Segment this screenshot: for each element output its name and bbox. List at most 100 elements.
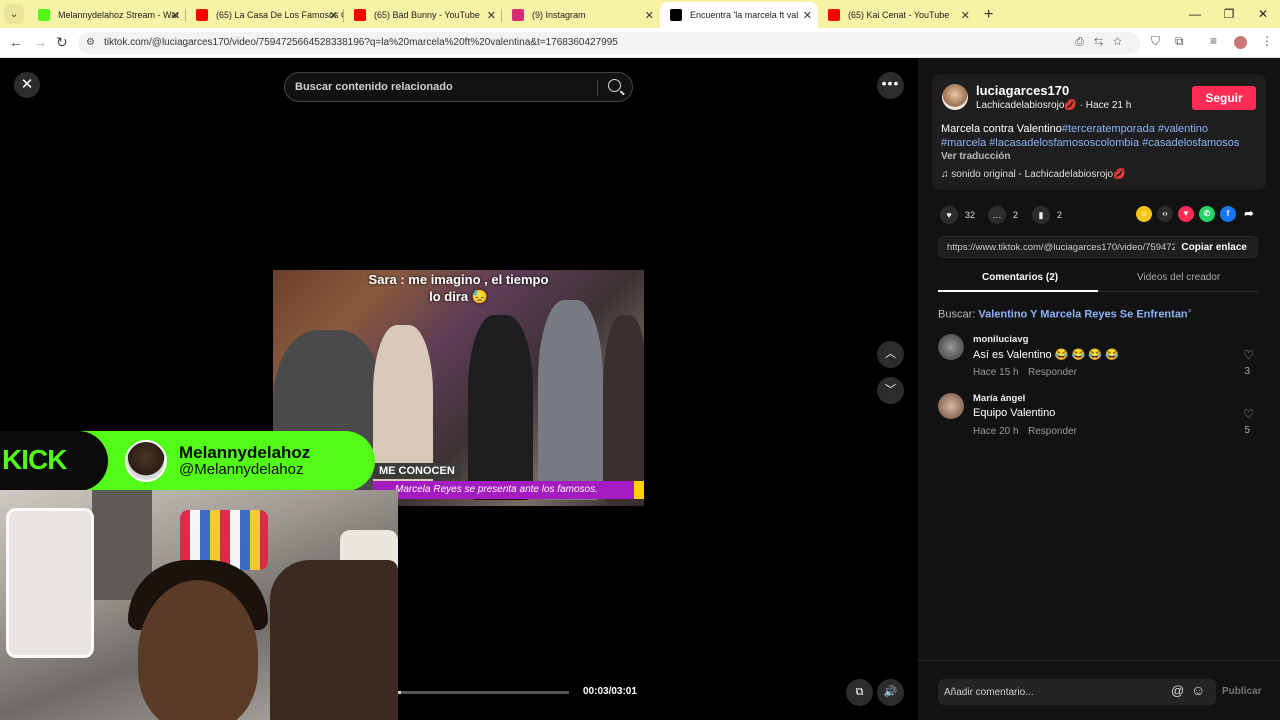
- close-tab-icon[interactable]: ✕: [487, 9, 496, 22]
- hashtag-link[interactable]: #terceratemporada #valentino: [1062, 123, 1208, 135]
- creator-username[interactable]: luciagarces170: [976, 83, 1069, 98]
- streamer-handle: @Melannydelahoz: [179, 461, 304, 478]
- tab-comments[interactable]: Comentarios (2): [982, 272, 1058, 283]
- whatsapp-icon[interactable]: ✆: [1199, 206, 1215, 222]
- share-more-icon[interactable]: ➦: [1241, 206, 1257, 222]
- emoji-icon[interactable]: ☺: [1191, 682, 1205, 698]
- browser-tab[interactable]: Melannydelahoz Stream - Wat ✕: [28, 2, 186, 28]
- comment-username[interactable]: María ángel: [973, 393, 1025, 404]
- instagram-favicon-icon: [512, 9, 524, 21]
- related-search-link[interactable]: Valentino Y Marcela Reyes Se Enfrentan: [978, 309, 1187, 321]
- previous-video-icon[interactable]: ︿: [877, 341, 904, 368]
- lower-third-tag: ME CONOCEN: [373, 463, 461, 479]
- avatar[interactable]: [938, 393, 964, 419]
- like-button[interactable]: ♥ 32: [940, 206, 975, 224]
- menu-icon[interactable]: ⋮: [1261, 34, 1273, 48]
- browser-tab-active[interactable]: Encuentra 'la marcela ft val ✕: [660, 2, 818, 28]
- video-time: 00:03/03:01: [583, 686, 637, 697]
- bookmark-star-icon[interactable]: ☆: [1113, 36, 1132, 48]
- more-options-icon[interactable]: •••: [877, 72, 904, 99]
- site-info-icon[interactable]: ⚙: [86, 37, 95, 48]
- translate-icon[interactable]: ⇆: [1094, 36, 1113, 48]
- translate-link[interactable]: Ver traducción: [941, 151, 1010, 162]
- profile-avatar[interactable]: [1234, 36, 1247, 49]
- tab-strip: ⌄ Melannydelahoz Stream - Wat ✕ (65) La …: [0, 0, 1280, 28]
- comment-button[interactable]: … 2: [988, 206, 1018, 224]
- shield-icon[interactable]: ⛉: [1151, 34, 1160, 49]
- avatar[interactable]: [938, 334, 964, 360]
- address-bar[interactable]: ⚙ tiktok.com/@luciagarces170/video/75947…: [78, 32, 1140, 54]
- heart-icon[interactable]: ♡: [1243, 348, 1254, 362]
- comment-text: Así es Valentino 😂 😂 😂 😂: [973, 349, 1119, 361]
- streamer-name: Melannydelahoz: [179, 443, 311, 462]
- youtube-favicon-icon: [828, 9, 840, 21]
- comment-item: moniluciavg Así es Valentino 😂 😂 😂 😂 Hac…: [938, 334, 1258, 388]
- sound-link[interactable]: ♫ sonido original - Lachicadelabiosrojo💋: [941, 169, 1126, 180]
- minimize-icon[interactable]: —: [1178, 0, 1212, 28]
- comment-like-count: 3: [1244, 366, 1250, 377]
- window-controls: — ❐ ✕: [1178, 0, 1280, 28]
- video-description: Marcela contra Valentino#terceratemporad…: [941, 123, 1240, 149]
- install-icon[interactable]: ⎙: [1075, 36, 1094, 48]
- forward-icon[interactable]: →: [33, 34, 47, 50]
- facebook-icon[interactable]: f: [1220, 206, 1236, 222]
- copy-link-button[interactable]: Copiar enlace: [1181, 242, 1247, 253]
- close-window-icon[interactable]: ✕: [1246, 0, 1280, 28]
- comment-item: María ángel Equipo Valentino Hace 20 h R…: [938, 393, 1258, 447]
- post-button[interactable]: Publicar: [1222, 686, 1261, 697]
- video-progress-bar[interactable]: [398, 691, 569, 694]
- creator-meta: Lachicadelabiosrojo💋 · Hace 21 h: [976, 100, 1132, 111]
- hashtag-link[interactable]: #marcela #lacasadelosfamososcolombia #ca…: [941, 137, 1239, 149]
- youtube-favicon-icon: [354, 9, 366, 21]
- reload-icon[interactable]: ↻: [56, 34, 68, 51]
- video-caption: Sara : me imagino , el tiempo: [368, 272, 549, 287]
- comment-count: 2: [1013, 210, 1019, 220]
- related-search: Buscar: Valentino Y Marcela Reyes Se Enf…: [938, 306, 1193, 321]
- close-icon[interactable]: ✕: [14, 72, 40, 98]
- share-link-url[interactable]: https://www.tiktok.com/@luciagarces170/v…: [947, 242, 1175, 253]
- url-text[interactable]: tiktok.com/@luciagarces170/video/7594725…: [104, 37, 618, 48]
- browser-tab[interactable]: (65) Kai Cenat - YouTube ✕: [818, 2, 976, 28]
- tab-creator-videos[interactable]: Videos del creador: [1137, 272, 1220, 283]
- kick-favicon-icon: [38, 9, 50, 21]
- reply-button[interactable]: Responder: [1028, 426, 1077, 437]
- search-icon[interactable]: [608, 79, 621, 92]
- floating-player-icon[interactable]: ⧉: [846, 679, 873, 706]
- extensions-icon[interactable]: ⧉: [1175, 34, 1184, 49]
- send-icon[interactable]: ▼: [1178, 206, 1194, 222]
- related-search-input[interactable]: Buscar contenido relacionado: [284, 72, 633, 102]
- avatar[interactable]: [942, 84, 968, 110]
- save-button[interactable]: ▮ 2: [1032, 206, 1062, 224]
- follow-button[interactable]: Seguir: [1192, 86, 1256, 110]
- new-tab-icon[interactable]: +: [984, 6, 993, 24]
- next-video-icon[interactable]: ﹀: [877, 377, 904, 404]
- comment-time: Hace 20 h: [973, 426, 1019, 437]
- tab-title: (9) Instagram: [532, 10, 586, 20]
- reply-button[interactable]: Responder: [1028, 367, 1077, 378]
- search-icon: ⌕: [1187, 306, 1193, 315]
- tab-search-icon[interactable]: ⌄: [4, 4, 24, 24]
- bookmark-icon: ▮: [1032, 206, 1050, 224]
- back-icon[interactable]: ←: [9, 34, 23, 50]
- tiktok-favicon-icon: [670, 9, 682, 21]
- panel-tabs: Comentarios (2) Videos del creador: [938, 266, 1258, 292]
- close-tab-icon[interactable]: ✕: [645, 9, 654, 22]
- media-control-icon[interactable]: ≡: [1210, 34, 1217, 48]
- browser-tab[interactable]: (65) La Casa De Los Famosos C ✕: [186, 2, 344, 28]
- browser-tab[interactable]: (9) Instagram ✕: [502, 2, 660, 28]
- heart-icon: ♥: [940, 206, 958, 224]
- mention-icon[interactable]: @: [1171, 683, 1184, 698]
- comment-time: Hace 15 h: [973, 367, 1019, 378]
- friends-share-icon[interactable]: ☺: [1136, 206, 1152, 222]
- comment-username[interactable]: moniluciavg: [973, 334, 1028, 345]
- close-tab-icon[interactable]: ✕: [329, 9, 338, 22]
- volume-icon[interactable]: 🔊: [877, 679, 904, 706]
- embed-icon[interactable]: ‹›: [1157, 206, 1173, 222]
- close-tab-icon[interactable]: ✕: [171, 9, 180, 22]
- close-tab-icon[interactable]: ✕: [961, 9, 970, 22]
- kick-overlay: KICK Melannydelahoz @Melannydelahoz: [0, 431, 375, 491]
- maximize-icon[interactable]: ❐: [1212, 0, 1246, 28]
- heart-icon[interactable]: ♡: [1243, 407, 1254, 421]
- close-tab-icon[interactable]: ✕: [803, 9, 812, 22]
- browser-tab[interactable]: (65) Bad Bunny - YouTube ✕: [344, 2, 502, 28]
